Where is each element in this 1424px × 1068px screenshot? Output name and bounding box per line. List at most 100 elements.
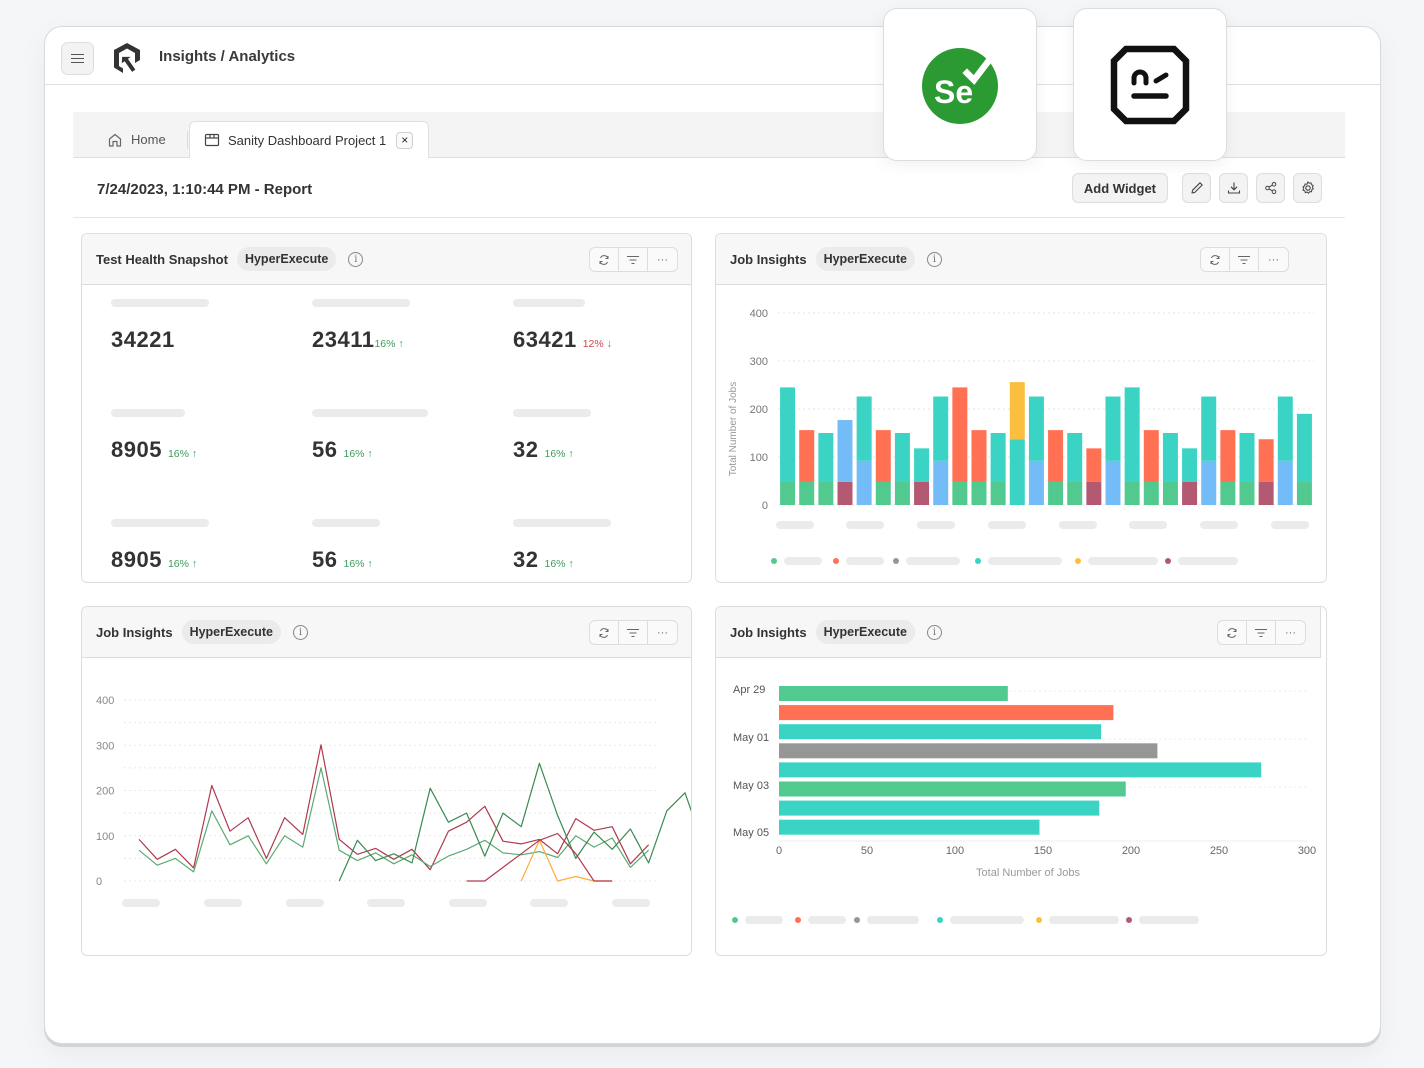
filter-button[interactable] <box>1230 248 1259 271</box>
tab-home[interactable]: Home <box>107 121 166 158</box>
info-icon[interactable]: i <box>292 624 308 640</box>
bar-segment <box>1258 481 1274 505</box>
stat-label-placeholder <box>111 519 209 527</box>
legend-swatch <box>1036 917 1042 923</box>
share-button[interactable] <box>1256 173 1285 203</box>
widget-header: Test Health Snapshot HyperExecute i ··· <box>82 234 691 285</box>
x-tick-placeholder <box>1200 521 1238 529</box>
bar-segment <box>1296 481 1312 505</box>
home-icon <box>108 133 122 147</box>
hbar <box>779 743 1158 759</box>
stat-label-placeholder <box>111 409 185 417</box>
bar-segment <box>952 387 968 482</box>
bar-segment <box>933 396 949 461</box>
bar-segment <box>914 481 930 505</box>
bar-segment <box>1239 433 1255 482</box>
download-button[interactable] <box>1219 173 1248 203</box>
close-tab-button[interactable]: × <box>396 131 414 149</box>
bar-segment <box>894 433 910 482</box>
bar-segment <box>856 396 872 461</box>
bar-segment <box>952 481 968 505</box>
stat-delta: 16% ↑ <box>374 338 404 350</box>
robot-framework-logo-icon <box>1110 45 1190 124</box>
x-tick-placeholder <box>204 899 242 907</box>
hamburger-menu-button[interactable] <box>61 42 94 75</box>
settings-button[interactable] <box>1293 173 1322 203</box>
info-icon[interactable]: i <box>926 624 942 640</box>
stat-value: 34221 <box>111 327 175 352</box>
bar-segment <box>1220 430 1236 482</box>
gear-icon <box>1301 181 1314 194</box>
bar-segment <box>799 481 815 505</box>
robot-framework-logo-card <box>1073 8 1227 161</box>
bar-segment <box>799 430 815 482</box>
line-series-green <box>138 767 650 873</box>
bar-segment <box>1048 481 1064 505</box>
stat-value-row: 23411 16% ↑ <box>312 327 410 353</box>
svg-text:Se: Se <box>934 74 973 110</box>
filter-icon <box>627 255 639 264</box>
stat-label-placeholder <box>111 299 209 307</box>
bar-segment <box>1201 460 1217 505</box>
bar-segment <box>1067 433 1083 482</box>
info-icon[interactable]: i <box>926 251 942 267</box>
refresh-button[interactable] <box>590 248 619 271</box>
legend-swatch <box>975 558 981 564</box>
selenium-logo-card: Se <box>883 8 1037 161</box>
refresh-button[interactable] <box>590 621 619 644</box>
widget-title: Test Health Snapshot <box>96 251 228 267</box>
more-options-button[interactable]: ··· <box>1276 621 1305 644</box>
legend-label-placeholder <box>867 916 919 924</box>
info-icon[interactable]: i <box>348 251 364 267</box>
bar-segment <box>1143 430 1159 482</box>
hbar <box>779 819 1040 835</box>
dashboard-icon <box>204 133 220 147</box>
bar-segment <box>1028 460 1044 505</box>
hamburger-icon <box>71 57 84 60</box>
stat-tile: 32 16% ↑ <box>513 409 591 463</box>
bar-segment <box>971 481 987 505</box>
bar-segment <box>1162 481 1178 505</box>
y-tick-label: 300 <box>96 740 114 752</box>
ellipsis-icon: ··· <box>1268 253 1279 266</box>
add-widget-button[interactable]: Add Widget <box>1071 173 1168 203</box>
stat-tile: 56 16% ↑ <box>312 519 380 573</box>
bar-segment <box>1182 481 1198 505</box>
widget-job-insights-hbar: Job Insights HyperExecute i ··· Apr 29 Ma… <box>715 606 1327 956</box>
stat-label-placeholder <box>513 299 585 307</box>
selenium-logo-icon: Se <box>922 47 998 124</box>
bar-segment <box>856 460 872 505</box>
widget-header: Job Insights HyperExecute i ··· <box>716 607 1321 658</box>
hbar <box>779 762 1262 778</box>
stat-label-placeholder <box>312 409 428 417</box>
bar-segment <box>1201 396 1217 461</box>
filter-button[interactable] <box>1247 621 1276 644</box>
stat-value: 8905 <box>111 547 162 572</box>
edit-button[interactable] <box>1182 173 1211 203</box>
bar-segment <box>818 481 834 505</box>
tab-sanity-dashboard[interactable]: Sanity Dashboard Project 1 × <box>189 121 429 158</box>
stat-label-placeholder <box>513 519 611 527</box>
widget-header: Job Insights HyperExecute i ··· <box>716 234 1326 285</box>
bar-segment <box>894 481 910 505</box>
refresh-icon <box>1227 627 1237 638</box>
stat-value: 56 <box>312 437 338 462</box>
tab-home-label: Home <box>131 132 166 147</box>
y-tick-label: 400 <box>750 308 768 320</box>
more-options-button[interactable]: ··· <box>648 621 677 644</box>
tab-sanity-label: Sanity Dashboard Project 1 <box>228 132 387 148</box>
line-series-dkred <box>466 832 613 882</box>
bar-segment <box>1277 460 1293 505</box>
legend-swatch <box>893 558 899 564</box>
bar-segment <box>1277 396 1293 461</box>
y-tick-label: 100 <box>96 831 114 843</box>
filter-icon <box>1238 255 1250 264</box>
filter-button[interactable] <box>619 248 648 271</box>
refresh-button[interactable] <box>1201 248 1230 271</box>
more-options-button[interactable]: ··· <box>1259 248 1288 271</box>
y-tick-label: 300 <box>750 356 768 368</box>
filter-button[interactable] <box>619 621 648 644</box>
refresh-button[interactable] <box>1218 621 1247 644</box>
more-options-button[interactable]: ··· <box>648 248 677 271</box>
bar-segment <box>990 481 1006 505</box>
